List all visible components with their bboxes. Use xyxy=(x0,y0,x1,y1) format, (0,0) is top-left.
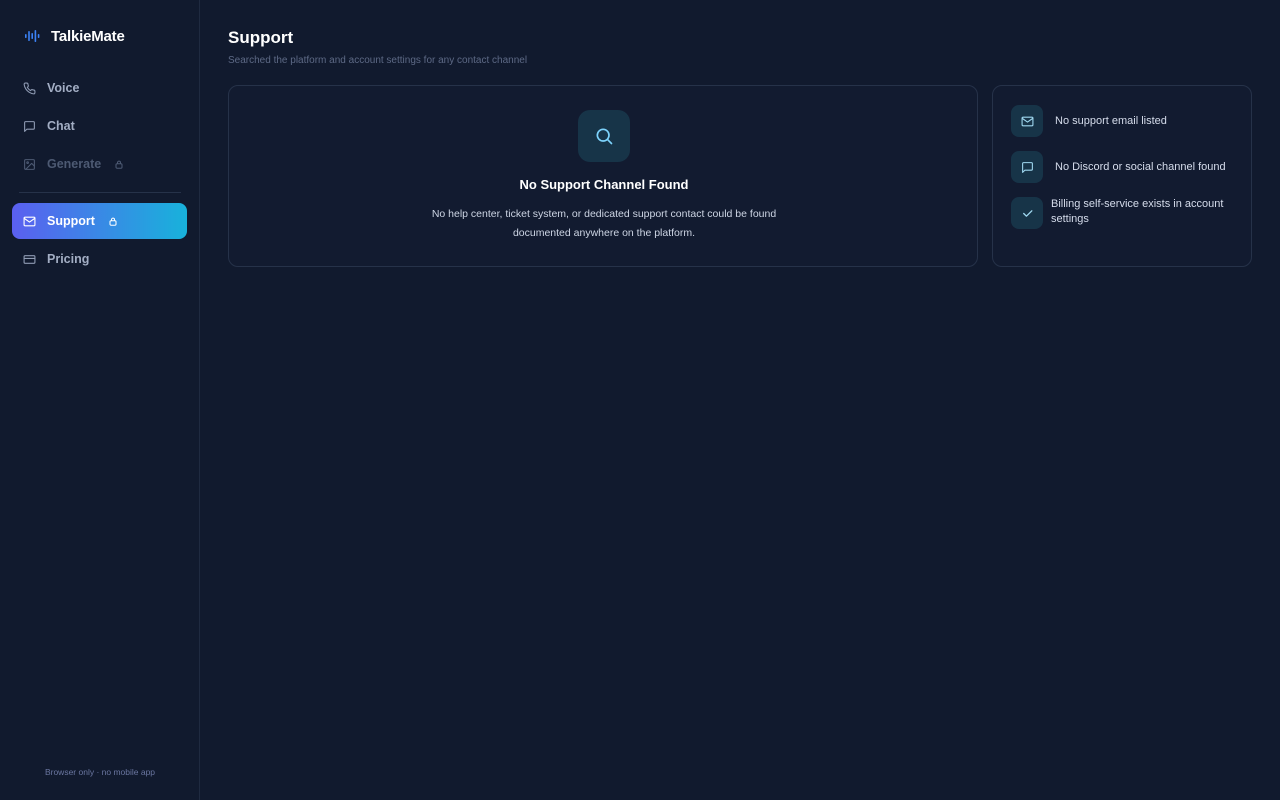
sidebar-nav-secondary: Support Pricing xyxy=(12,203,187,279)
card-title: No Support Channel Found xyxy=(519,177,689,192)
credit-card-icon xyxy=(23,254,36,264)
finding-item: No support email listed xyxy=(1011,105,1241,137)
chat-bubble-icon xyxy=(1011,151,1043,183)
app-name: TalkieMate xyxy=(51,27,125,45)
search-icon xyxy=(596,128,613,145)
sidebar-item-label: Chat xyxy=(47,119,75,133)
sidebar-item-label: Support xyxy=(47,214,95,228)
search-badge xyxy=(578,110,630,162)
lock-icon xyxy=(115,160,123,169)
sidebar-nav: Voice Chat Generate xyxy=(12,70,187,184)
finding-item: Billing self-service exists in account s… xyxy=(1011,197,1241,229)
finding-text: Billing self-service exists in account s… xyxy=(1051,198,1224,225)
sidebar-item-generate: Generate xyxy=(12,146,187,182)
image-icon xyxy=(24,158,35,170)
sidebar: TalkieMate Voice Chat Generate Support P… xyxy=(0,0,200,800)
sidebar-item-voice[interactable]: Voice xyxy=(12,70,187,106)
lock-icon xyxy=(109,217,117,226)
sound-wave-icon xyxy=(25,30,40,42)
sidebar-item-label: Pricing xyxy=(47,252,90,266)
brand[interactable]: TalkieMate xyxy=(24,26,125,46)
sidebar-divider xyxy=(19,192,181,193)
finding-text: No support email listed xyxy=(1055,114,1167,127)
page-title: Support xyxy=(228,28,294,47)
finding-item: No Discord or social channel found xyxy=(1011,151,1241,183)
phone-icon xyxy=(23,82,36,94)
sidebar-item-label: Generate xyxy=(47,157,102,171)
findings-card: No support email listed No Discord or so… xyxy=(992,85,1252,267)
sidebar-item-pricing[interactable]: Pricing xyxy=(12,241,187,277)
mail-icon xyxy=(23,216,36,226)
card-description: No help center, ticket system, or dedica… xyxy=(431,208,777,239)
finding-text: No Discord or social channel found xyxy=(1055,160,1226,173)
sidebar-item-label: Voice xyxy=(47,81,80,95)
platform-note: Browser only · no mobile app xyxy=(44,767,156,777)
check-icon xyxy=(1011,197,1043,229)
page-subtitle: Searched the platform and account settin… xyxy=(228,55,528,66)
chat-bubble-icon xyxy=(24,120,35,132)
no-support-card: No Support Channel Found No help center,… xyxy=(228,85,978,267)
sidebar-item-chat[interactable]: Chat xyxy=(12,108,187,144)
sidebar-item-support[interactable]: Support xyxy=(12,203,187,239)
mail-icon xyxy=(1011,105,1043,137)
